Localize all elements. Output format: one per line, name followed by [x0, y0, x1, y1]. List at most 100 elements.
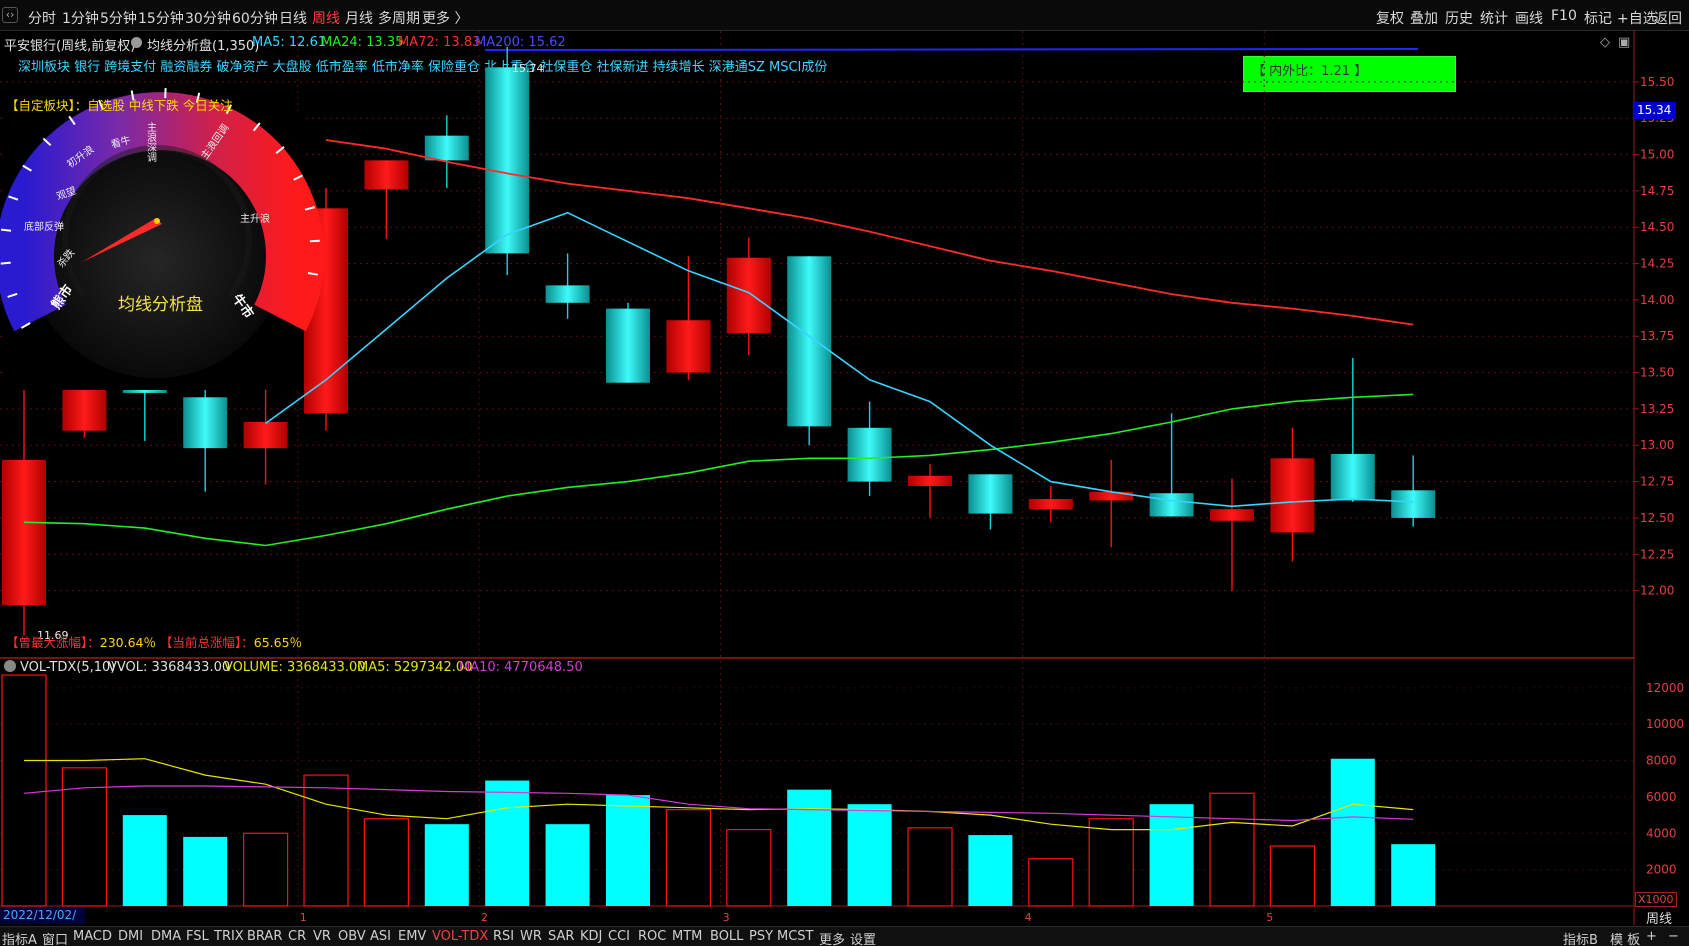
volume-tick-label: 10000	[1646, 717, 1684, 731]
candle-body[interactable]	[1330, 453, 1375, 501]
candle-body[interactable]	[726, 257, 771, 334]
tab-indicator-b[interactable]: 指标B	[1563, 929, 1598, 946]
candle-body[interactable]	[606, 308, 650, 383]
volume-tick-label: 4000	[1646, 826, 1677, 840]
volume-bar[interactable]	[1391, 844, 1436, 906]
volume-bar[interactable]	[424, 824, 469, 906]
tab-dma[interactable]: DMA	[151, 929, 181, 944]
volume-bar[interactable]	[968, 835, 1013, 906]
ma200-line	[484, 48, 1419, 51]
candle-body[interactable]	[1210, 509, 1254, 521]
volume-bar[interactable]	[243, 832, 289, 907]
candle-body[interactable]	[1149, 493, 1194, 517]
volume-tick-label: 12000	[1646, 681, 1684, 695]
price-tick-label: 12.75	[1640, 475, 1674, 489]
tab-roc[interactable]: ROC	[638, 929, 666, 944]
candle-body[interactable]	[1028, 499, 1073, 510]
volume-bar[interactable]	[363, 818, 409, 907]
tab-mcst[interactable]: MCST	[777, 929, 814, 944]
candle-body[interactable]	[364, 160, 409, 190]
volume-ma10-value: MA10: 4770648.50	[459, 660, 583, 675]
volume-bar[interactable]	[183, 836, 228, 906]
volume-bar[interactable]	[1269, 845, 1316, 907]
candle-body[interactable]	[1270, 458, 1315, 533]
volume-bar[interactable]	[907, 827, 953, 907]
volume-indicator-name: VOL-TDX(5,10)	[20, 660, 116, 675]
candle-body[interactable]	[968, 474, 1013, 514]
volume-bar[interactable]	[606, 795, 650, 906]
volume-bar[interactable]	[1028, 858, 1074, 907]
candle-body[interactable]	[1089, 491, 1134, 501]
volume-tick-label: 8000	[1646, 754, 1677, 768]
month-label: 4	[1025, 911, 1032, 924]
volume-ma10-line	[23, 785, 1414, 822]
tab-brar[interactable]: BRAR	[247, 929, 282, 944]
month-label: 3	[723, 911, 730, 924]
tab-macd[interactable]: MACD	[73, 929, 112, 944]
price-tick-label: 14.50	[1640, 220, 1674, 234]
tab-vol-tdx[interactable]: VOL-TDX	[432, 929, 488, 944]
tab-psy[interactable]: PSY	[749, 929, 773, 944]
volume-settings-icon[interactable]	[4, 660, 16, 672]
tab-fsl[interactable]: FSL	[186, 929, 209, 944]
candle-body[interactable]	[2, 459, 46, 606]
custom-block-value: 自选股 中线下跌 今日关注	[87, 98, 233, 113]
volume-bar[interactable]	[303, 774, 349, 907]
volume-ma-lines	[23, 758, 1414, 831]
tab-dmi[interactable]: DMI	[118, 929, 143, 944]
candle-body[interactable]	[183, 397, 228, 449]
volume-tick-label: 2000	[1646, 863, 1677, 877]
volume-bar[interactable]	[726, 829, 772, 907]
tab-template[interactable]: 模 板	[1610, 929, 1640, 946]
volume-bar[interactable]	[787, 789, 832, 906]
volume-bar[interactable]	[1209, 792, 1255, 907]
volume-bar[interactable]	[122, 815, 167, 906]
price-tick-label: 14.75	[1640, 184, 1674, 198]
tab-sar[interactable]: SAR	[548, 929, 574, 944]
tab-window[interactable]: 窗口	[42, 929, 68, 946]
price-chart[interactable]: 15.5015.2515.0014.7514.5014.2514.0013.75…	[0, 0, 1689, 946]
candle-body[interactable]	[1391, 490, 1436, 518]
volume-bar[interactable]	[1, 674, 47, 907]
candle-body[interactable]	[243, 421, 288, 449]
tab-cci[interactable]: CCI	[608, 929, 630, 944]
tab-boll[interactable]: BOLL	[710, 929, 743, 944]
month-dividers	[297, 31, 1265, 906]
tab-mtm[interactable]: MTM	[672, 929, 702, 944]
zoom-out-button[interactable]: −	[1668, 929, 1679, 944]
candle-body[interactable]	[424, 135, 469, 161]
tab-更多[interactable]: 更多	[819, 929, 845, 946]
volume-bar[interactable]	[847, 804, 892, 906]
tab-cr[interactable]: CR	[288, 929, 306, 944]
candle-body[interactable]	[666, 320, 711, 373]
candle-body[interactable]	[847, 427, 892, 482]
volume-bar[interactable]	[545, 824, 590, 906]
volume-bar[interactable]	[1330, 758, 1375, 906]
volume-bar[interactable]	[665, 809, 712, 907]
period-label: 周线	[1646, 912, 1673, 927]
tab-indicator-a[interactable]: 指标A	[2, 929, 37, 946]
volume-bar[interactable]	[1149, 804, 1194, 906]
tab-kdj[interactable]: KDJ	[580, 929, 602, 944]
high-price-label: 15.74	[512, 62, 544, 75]
tab-obv[interactable]: OBV	[338, 929, 366, 944]
zoom-in-button[interactable]: +	[1646, 929, 1657, 944]
volume-bar[interactable]	[1088, 818, 1134, 907]
candle-body[interactable]	[485, 67, 530, 254]
custom-block-line: 【自定板块】：自选股 中线下跌 今日关注	[6, 95, 233, 114]
max-rise-value: 230.64％	[99, 635, 157, 650]
tab-emv[interactable]: EMV	[398, 929, 426, 944]
tab-rsi[interactable]: RSI	[493, 929, 514, 944]
tab-wr[interactable]: WR	[520, 929, 542, 944]
tab-asi[interactable]: ASI	[370, 929, 391, 944]
candle-body[interactable]	[787, 256, 832, 427]
tab-vr[interactable]: VR	[313, 929, 331, 944]
tab-设置[interactable]: 设置	[850, 929, 876, 946]
candle-body[interactable]	[908, 475, 952, 486]
volume-bar[interactable]	[485, 780, 530, 906]
ma5-line	[265, 211, 1414, 508]
candle-body[interactable]	[545, 285, 590, 303]
tab-trix[interactable]: TRIX	[214, 929, 244, 944]
volume-bar[interactable]	[61, 767, 108, 907]
custom-block-label: 【自定板块】：	[6, 98, 88, 113]
